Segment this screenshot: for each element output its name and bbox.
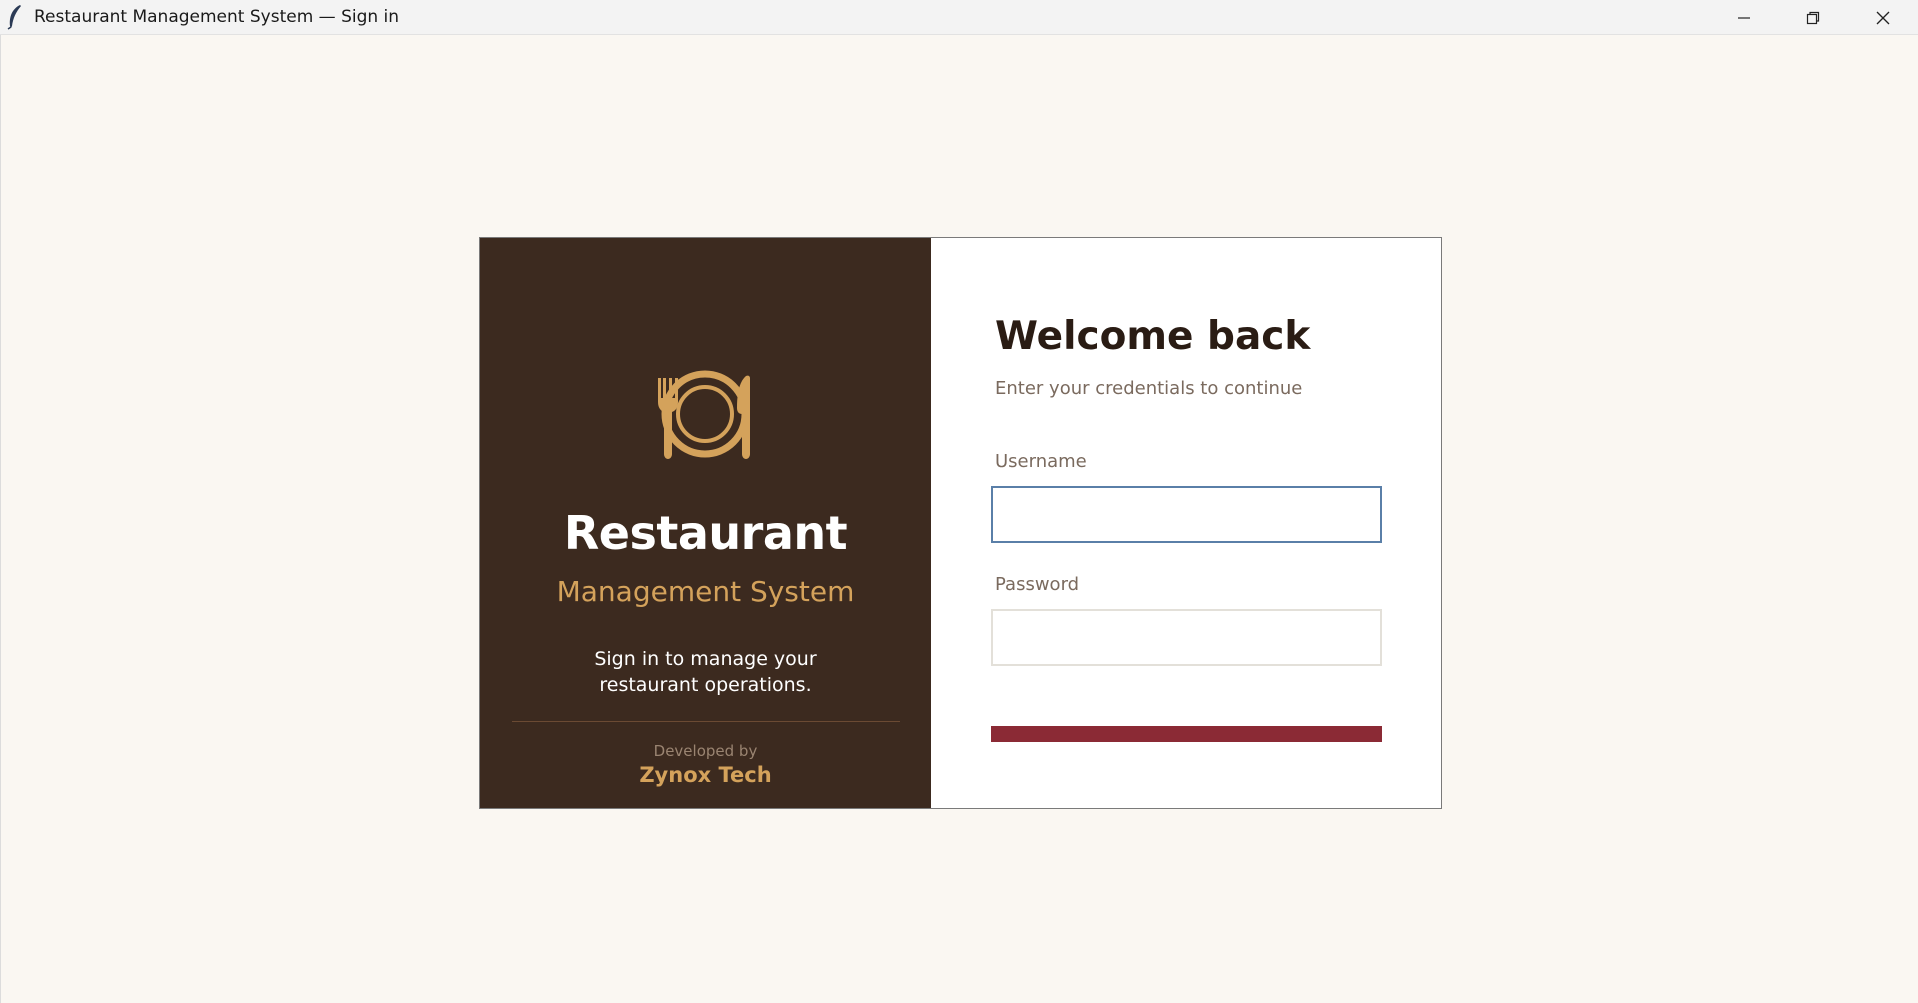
- form-heading: Welcome back: [995, 314, 1311, 359]
- password-field[interactable]: [991, 609, 1382, 666]
- restore-icon: [1806, 11, 1820, 24]
- brand-divider: [512, 721, 900, 722]
- brand-panel: Restaurant Management System Sign in to …: [480, 238, 931, 808]
- developed-by-label: Developed by: [653, 742, 758, 760]
- feather-icon: [7, 5, 21, 30]
- brand-title: Restaurant: [563, 506, 848, 560]
- login-card: Restaurant Management System Sign in to …: [479, 237, 1442, 809]
- restore-button[interactable]: [1779, 0, 1847, 35]
- close-icon: [1876, 11, 1890, 24]
- username-field[interactable]: [991, 486, 1382, 543]
- login-form-panel: Welcome back Enter your credentials to c…: [931, 238, 1441, 808]
- sign-in-button[interactable]: [991, 726, 1382, 742]
- developer-name: Zynox Tech: [639, 763, 772, 787]
- username-label: Username: [995, 451, 1087, 472]
- close-button[interactable]: [1849, 0, 1917, 35]
- window-title: Restaurant Management System — Sign in: [34, 7, 400, 27]
- brand-tagline: Sign in to manage your restaurant operat…: [594, 648, 817, 696]
- plate-fork-knife-icon: [658, 370, 750, 459]
- brand-subtitle: Management System: [556, 575, 855, 608]
- minimize-icon: [1738, 16, 1750, 19]
- form-subheading: Enter your credentials to continue: [995, 378, 1303, 399]
- window-titlebar: Restaurant Management System — Sign in: [0, 0, 1918, 35]
- password-label: Password: [995, 574, 1080, 595]
- minimize-button[interactable]: [1710, 0, 1778, 35]
